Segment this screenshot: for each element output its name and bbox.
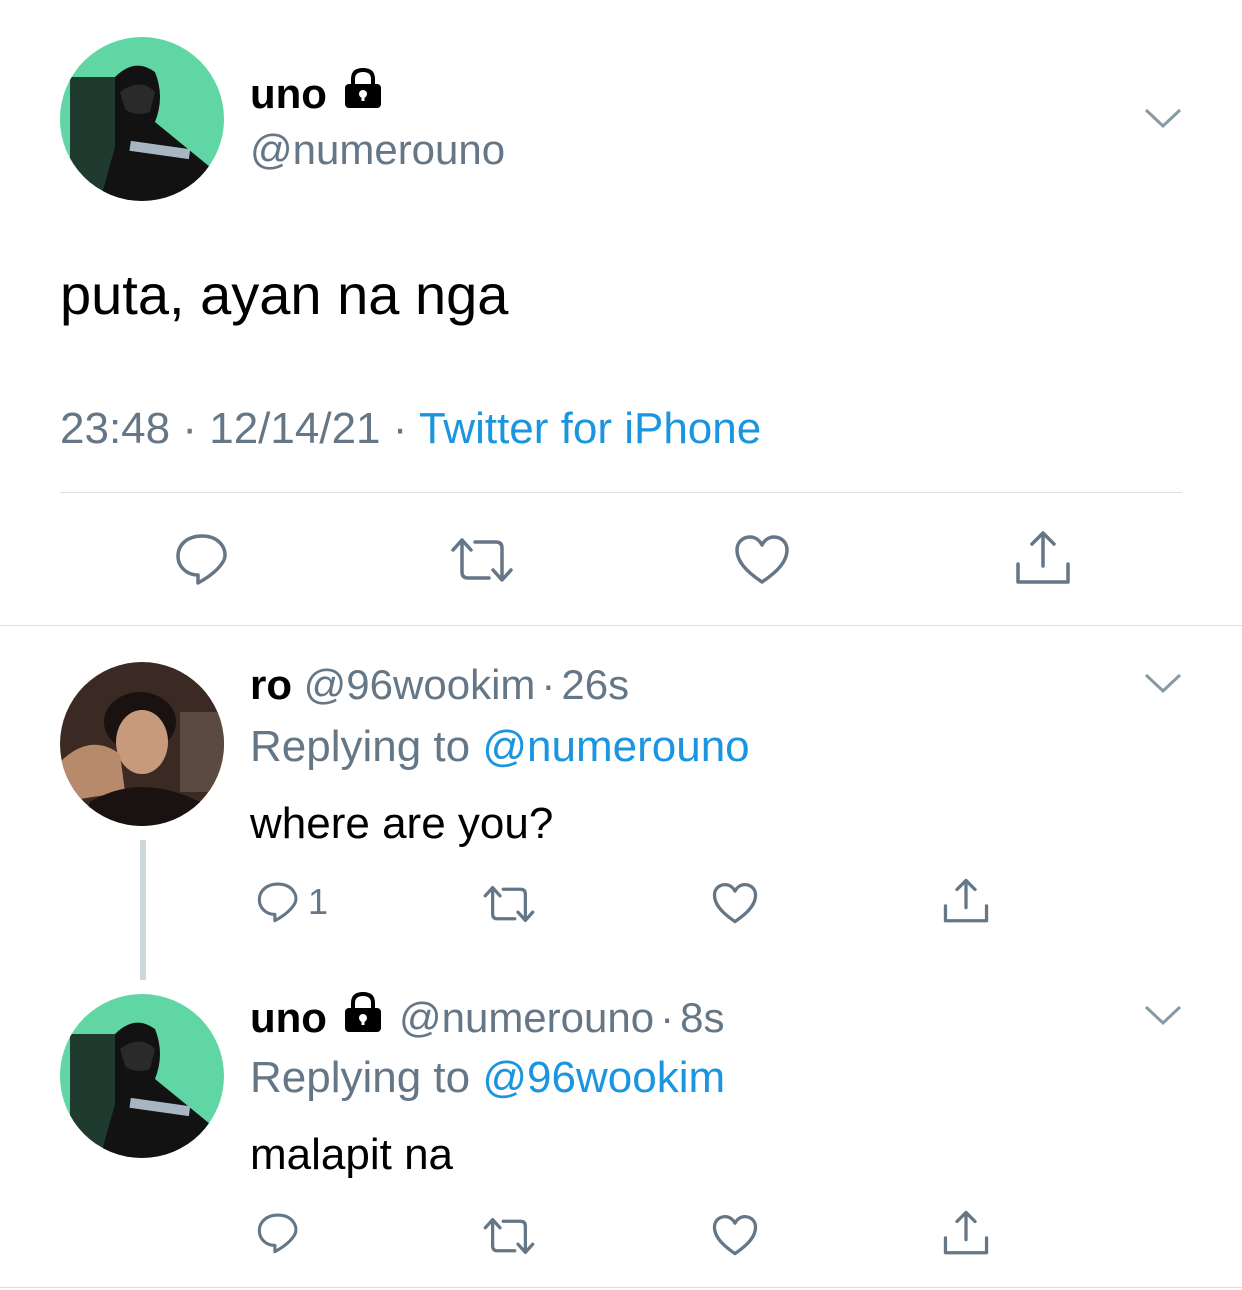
section-divider xyxy=(0,625,1242,626)
replying-prefix: Replying to xyxy=(250,1053,471,1102)
reply-more-chevron-icon[interactable] xyxy=(1143,1003,1183,1027)
share-icon[interactable] xyxy=(1014,530,1072,586)
retweet-icon[interactable] xyxy=(482,884,536,924)
meta-separator: · xyxy=(182,404,197,453)
main-actions-divider xyxy=(60,492,1182,493)
reply-more-chevron-icon[interactable] xyxy=(1143,671,1183,695)
reply-separator: · xyxy=(660,994,675,1041)
reply-header: uno @numerouno · 8s xyxy=(250,990,724,1046)
tweet-source-link[interactable]: Twitter for iPhone xyxy=(419,404,761,453)
main-handle[interactable]: @numerouno xyxy=(250,124,505,176)
main-avatar[interactable] xyxy=(60,37,224,201)
share-icon[interactable] xyxy=(942,1210,990,1256)
like-icon[interactable] xyxy=(734,534,790,586)
reply-display-name[interactable]: uno xyxy=(250,992,327,1044)
like-icon[interactable] xyxy=(712,1214,758,1257)
reply-replying-to: Replying to @numerouno xyxy=(250,720,750,774)
main-tweet-meta: 23:48 · 12/14/21 · Twitter for iPhone xyxy=(60,402,761,456)
reply-count: 1 xyxy=(308,881,329,922)
main-more-chevron-icon[interactable] xyxy=(1143,106,1183,130)
retweet-icon[interactable] xyxy=(482,1216,536,1256)
reply-age: 8s xyxy=(680,994,725,1041)
main-display-name-text[interactable]: uno xyxy=(250,69,327,119)
meta-separator: · xyxy=(392,404,408,453)
reply-icon[interactable] xyxy=(256,1212,300,1254)
reply-text: where are you? xyxy=(250,799,554,848)
reply-icon[interactable] xyxy=(174,532,230,586)
reply-avatar[interactable] xyxy=(60,662,224,826)
reply-avatar[interactable] xyxy=(60,994,224,1158)
reply-separator: · xyxy=(541,661,556,708)
tweet-time: 23:48 xyxy=(60,404,171,453)
bottom-divider xyxy=(0,1287,1242,1288)
reply-icon[interactable] xyxy=(256,881,300,923)
reply-handle[interactable]: @96wookim xyxy=(304,661,536,708)
reply-header: ro @96wookim · 26s xyxy=(250,659,629,711)
lock-icon xyxy=(341,990,385,1046)
replying-prefix: Replying to xyxy=(250,722,471,771)
main-tweet-text: puta, ayan na nga xyxy=(60,263,509,326)
lock-icon xyxy=(341,66,385,121)
reply-reply-action[interactable]: 1 xyxy=(256,880,328,924)
retweet-icon[interactable] xyxy=(449,536,515,584)
replying-to-link[interactable]: @numerouno xyxy=(482,722,749,771)
thread-line xyxy=(140,840,146,980)
like-icon[interactable] xyxy=(712,882,758,925)
reply-text: malapit na xyxy=(250,1130,454,1179)
tweet-date: 12/14/21 xyxy=(209,404,381,453)
replying-to-link[interactable]: @96wookim xyxy=(482,1053,725,1102)
reply-replying-to: Replying to @96wookim xyxy=(250,1051,725,1105)
reply-age: 26s xyxy=(561,661,630,708)
reply-display-name[interactable]: ro xyxy=(250,661,292,708)
main-display-name[interactable]: uno xyxy=(250,66,385,121)
share-icon[interactable] xyxy=(942,878,990,924)
reply-handle[interactable]: @numerouno xyxy=(399,992,654,1044)
